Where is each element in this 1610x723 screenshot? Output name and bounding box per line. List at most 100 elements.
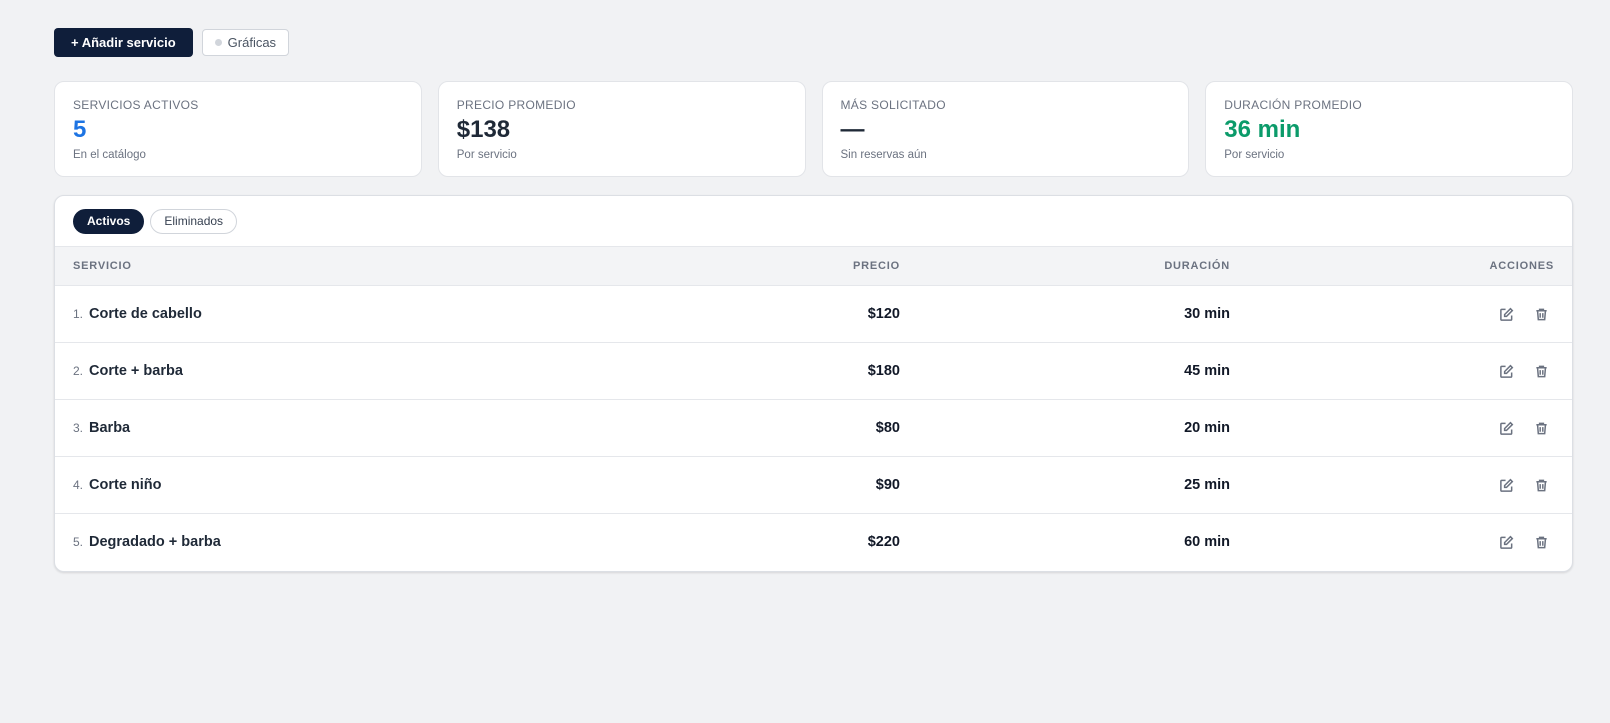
service-price: $120	[867, 306, 900, 322]
delete-button[interactable]	[1529, 473, 1554, 498]
duration-cell: 30 min	[900, 286, 1230, 343]
row-number: 3.	[73, 421, 84, 435]
stat-label: DURACIÓN PROMEDIO	[1224, 98, 1363, 112]
price-cell: $80	[695, 400, 900, 457]
header-duration: DURACIÓN	[900, 246, 1230, 286]
actions-cell	[1230, 343, 1572, 400]
stat-value: 36 min	[1224, 116, 1301, 143]
services-panel: Activos Eliminados SERVICIO PRECIO DURAC…	[54, 195, 1573, 572]
service-price: $180	[867, 363, 900, 379]
service-duration: 25 min	[1184, 477, 1230, 493]
row-number: 1.	[73, 307, 84, 321]
header-price: PRECIO	[695, 246, 900, 286]
actions-cell	[1230, 400, 1572, 457]
trash-icon	[1536, 365, 1547, 377]
delete-button[interactable]	[1529, 359, 1554, 384]
row-number: 5.	[73, 535, 84, 550]
service-name: Degradado + barba	[89, 534, 221, 551]
delete-button[interactable]	[1529, 416, 1554, 441]
price-cell: $180	[695, 343, 900, 400]
duration-cell: 45 min	[900, 343, 1230, 400]
trash-icon	[1536, 479, 1547, 491]
actions-cell	[1230, 286, 1572, 343]
service-duration: 60 min	[1184, 534, 1230, 551]
edit-button[interactable]	[1494, 530, 1519, 555]
stat-label: SERVICIOS ACTIVOS	[73, 98, 199, 112]
stat-value: 5	[73, 116, 87, 143]
table-row: 5. Degradado + barba $220 60 min	[55, 514, 1572, 571]
row-actions	[1494, 416, 1554, 441]
row-number: 4.	[73, 478, 84, 492]
stat-sub: Por servicio	[456, 149, 517, 161]
row-actions	[1494, 530, 1554, 555]
toolbar: + Añadir servicio Gráficas	[54, 28, 290, 57]
trash-icon	[1536, 422, 1547, 434]
table-row: 1. Corte de cabello $120 30 min	[55, 286, 1572, 343]
service-price: $220	[867, 534, 900, 551]
service-price: $80	[875, 420, 900, 436]
table-row: 2. Corte + barba $180 45 min	[55, 343, 1572, 400]
stat-card-average-duration: DURACIÓN PROMEDIO 36 min Por servicio	[1205, 81, 1573, 177]
service-duration: 45 min	[1184, 363, 1230, 379]
service-cell: 3. Barba	[55, 400, 695, 457]
stat-sub: Sin reservas aún	[840, 149, 927, 161]
duration-cell: 60 min	[900, 514, 1230, 571]
edit-button[interactable]	[1494, 473, 1519, 498]
price-cell: $120	[695, 286, 900, 343]
stat-value: —	[840, 116, 865, 143]
tab-deleted[interactable]: Eliminados	[150, 208, 238, 234]
service-duration: 20 min	[1184, 420, 1230, 436]
service-name: Corte de cabello	[89, 306, 202, 322]
table-header-row: SERVICIO PRECIO DURACIÓN ACCIONES	[55, 246, 1572, 286]
stat-value: $138	[456, 116, 511, 143]
actions-cell	[1230, 457, 1572, 514]
add-service-button[interactable]: + Añadir servicio	[54, 28, 193, 57]
stat-card-active-services: SERVICIOS ACTIVOS 5 En el catálogo	[54, 81, 422, 177]
row-number: 2.	[73, 364, 84, 378]
row-actions	[1494, 359, 1554, 384]
stat-card-average-price: PRECIO PROMEDIO $138 Por servicio	[437, 81, 806, 177]
trash-icon	[1536, 308, 1547, 320]
edit-button[interactable]	[1494, 416, 1519, 441]
duration-cell: 25 min	[900, 457, 1230, 514]
tabs: Activos Eliminados	[55, 196, 1572, 246]
duration-cell: 20 min	[900, 400, 1230, 457]
tab-active[interactable]: Activos	[73, 208, 145, 234]
edit-icon	[1500, 535, 1514, 549]
service-price: $90	[875, 477, 900, 493]
edit-icon	[1500, 364, 1514, 378]
service-duration: 30 min	[1184, 306, 1230, 322]
delete-button[interactable]	[1529, 302, 1554, 327]
service-name: Barba	[89, 420, 131, 436]
stat-sub: En el catálogo	[73, 149, 146, 161]
service-name: Corte + barba	[89, 363, 183, 379]
header-actions: ACCIONES	[1230, 246, 1572, 286]
stat-label: PRECIO PROMEDIO	[456, 98, 576, 112]
service-cell: 5. Degradado + barba	[55, 514, 695, 571]
row-actions	[1494, 302, 1554, 327]
services-table: SERVICIO PRECIO DURACIÓN ACCIONES 1. Cort…	[55, 246, 1572, 571]
edit-button[interactable]	[1494, 302, 1519, 327]
price-cell: $90	[695, 457, 900, 514]
edit-icon	[1500, 421, 1514, 435]
service-name: Corte niño	[89, 477, 162, 493]
service-cell: 2. Corte + barba	[55, 343, 695, 400]
table-row: 4. Corte niño $90 25 min	[55, 457, 1572, 514]
actions-cell	[1230, 514, 1572, 571]
service-cell: 1. Corte de cabello	[55, 286, 695, 343]
row-actions	[1494, 473, 1554, 498]
charts-button-label: Gráficas	[227, 35, 277, 50]
price-cell: $220	[695, 514, 900, 571]
trash-icon	[1536, 536, 1547, 549]
edit-icon	[1500, 478, 1514, 492]
charts-button[interactable]: Gráficas	[201, 29, 290, 56]
stat-label: MÁS SOLICITADO	[840, 98, 946, 112]
stat-card-most-requested: MÁS SOLICITADO — Sin reservas aún	[821, 81, 1190, 177]
header-service: SERVICIO	[55, 246, 695, 286]
delete-button[interactable]	[1529, 530, 1554, 555]
edit-button[interactable]	[1494, 359, 1519, 384]
stat-sub: Por servicio	[1224, 149, 1285, 161]
table-row: 3. Barba $80 20 min	[55, 400, 1572, 457]
service-cell: 4. Corte niño	[55, 457, 695, 514]
stats-row: SERVICIOS ACTIVOS 5 En el catálogo PRECI…	[54, 81, 1573, 177]
